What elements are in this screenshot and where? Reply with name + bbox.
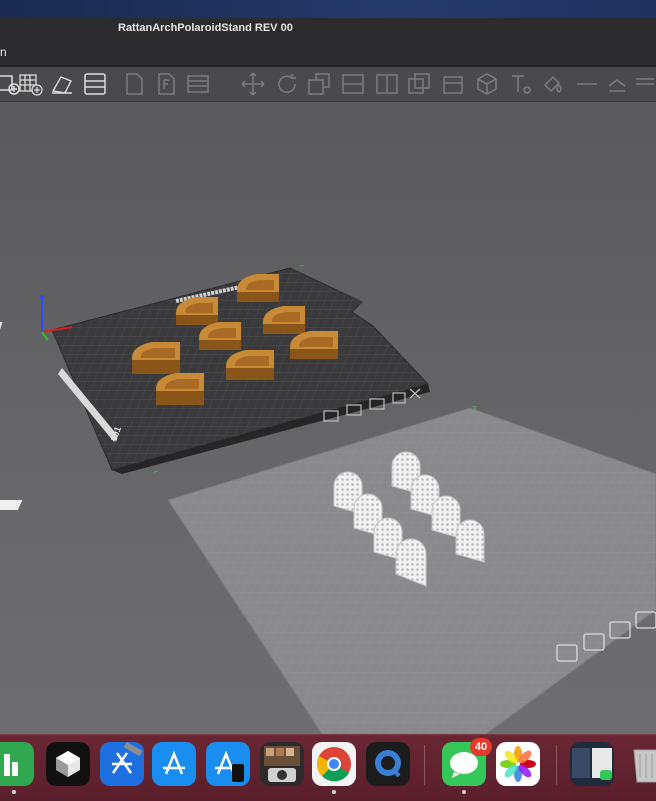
xcode-app-icon[interactable] <box>100 741 144 786</box>
layout-icon[interactable] <box>82 71 108 97</box>
chrome-app-icon[interactable] <box>312 742 356 786</box>
orange-part[interactable] <box>237 274 279 302</box>
trash-icon[interactable] <box>626 742 656 786</box>
rotate-icon[interactable] <box>274 71 300 97</box>
main-toolbar <box>0 67 656 102</box>
cube-icon[interactable] <box>474 71 500 97</box>
3d-viewport[interactable]: 101 ⌐ ⌐ 2 <box>0 102 656 734</box>
preview-window-icon[interactable] <box>570 742 614 786</box>
running-indicator <box>462 790 466 794</box>
page-icon[interactable] <box>121 71 147 97</box>
grid-plate-icon[interactable] <box>18 71 44 97</box>
messages-badge: 40 <box>470 738 492 756</box>
seam-icon[interactable] <box>440 71 466 97</box>
auto-arrange-icon[interactable] <box>49 71 75 97</box>
lay-on-face-icon[interactable] <box>406 71 432 97</box>
arch-part[interactable] <box>455 519 485 563</box>
messages-app-icon[interactable]: 40 <box>442 738 492 786</box>
running-indicator <box>332 790 336 794</box>
photos-app-icon[interactable] <box>496 742 540 786</box>
page-f-icon[interactable] <box>153 71 179 97</box>
orange-part[interactable] <box>156 373 204 405</box>
app-menu-bar: n <box>0 40 656 67</box>
menu-fragment[interactable]: n <box>0 45 7 59</box>
macos-dock: 40 <box>0 734 656 801</box>
photo-booth-app-icon[interactable] <box>260 742 304 786</box>
plate-1-corner-mark: ⌐ <box>300 261 305 270</box>
paint-icon[interactable] <box>540 71 566 97</box>
orange-part[interactable] <box>132 342 180 374</box>
bambu-studio-app-icon[interactable] <box>46 742 90 786</box>
app-store-app-icon[interactable] <box>152 742 196 786</box>
split-icon[interactable] <box>340 71 366 97</box>
build-plate-2[interactable]: 2 <box>0 405 656 734</box>
plate-2-label: 2 <box>472 405 477 414</box>
simulator-app-icon[interactable] <box>206 742 250 786</box>
plate-1-corner-mark-2: ⌐ <box>154 467 159 476</box>
window-title: RattanArchPolaroidStand REV 00 <box>118 22 293 34</box>
move-icon[interactable] <box>240 71 266 97</box>
running-indicator <box>12 790 16 794</box>
orange-part[interactable] <box>226 350 274 380</box>
window-title-bar[interactable]: RattanArchPolaroidStand REV 00 <box>0 18 656 40</box>
cut-icon[interactable] <box>374 71 400 97</box>
measure-icon[interactable] <box>574 71 600 97</box>
list-icon[interactable] <box>185 71 211 97</box>
quicktime-app-icon[interactable] <box>366 742 410 786</box>
assembly-icon[interactable] <box>604 71 630 97</box>
dock-separator <box>556 745 557 785</box>
desktop-top-strip <box>0 0 656 18</box>
dock-separator <box>424 745 425 785</box>
text-icon[interactable] <box>508 71 534 97</box>
plate-2-selector[interactable] <box>0 500 23 510</box>
numbers-app-icon[interactable] <box>0 742 34 786</box>
scale-icon[interactable] <box>306 71 332 97</box>
more-tools-icon[interactable] <box>632 71 656 97</box>
